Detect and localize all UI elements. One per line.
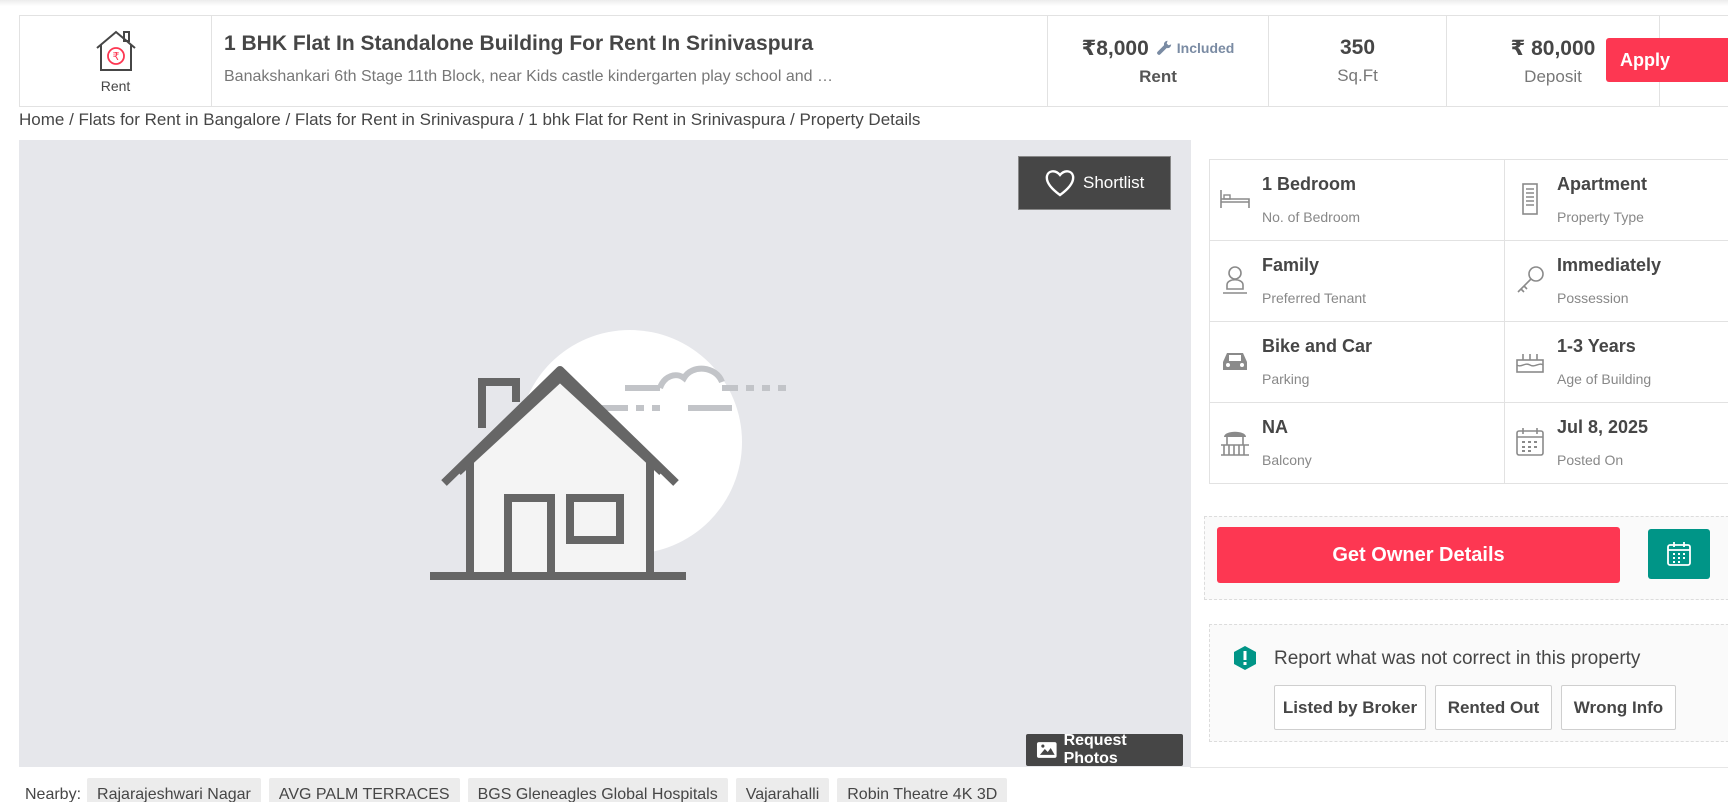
detail-label: Preferred Tenant xyxy=(1262,290,1367,306)
nearby-chip[interactable]: AVG PALM TERRACES xyxy=(268,778,460,802)
rent-block: ₹8,000 Included Rent xyxy=(1048,16,1269,106)
top-shadow xyxy=(0,0,1728,6)
detail-value: Family xyxy=(1262,255,1320,275)
rent-label: Rent xyxy=(1139,66,1177,86)
image-icon xyxy=(1036,742,1057,758)
title-block: 1 BHK Flat In Standalone Building For Re… xyxy=(212,16,1048,106)
get-owner-details-button[interactable]: Get Owner Details xyxy=(1217,527,1620,583)
rent-value: ₹8,000 xyxy=(1081,36,1149,60)
wrong-info-button[interactable]: Wrong Info xyxy=(1561,685,1676,730)
property-title: 1 BHK Flat In Standalone Building For Re… xyxy=(224,32,814,55)
detail-label: Posted On xyxy=(1557,452,1624,468)
detail-property-type: Apartment Property Type xyxy=(1505,160,1728,241)
shortlist-button[interactable]: Shortlist xyxy=(1018,156,1171,210)
area-unit: Sq.Ft xyxy=(1337,66,1378,85)
detail-value: 1-3 Years xyxy=(1557,336,1636,356)
detail-value: 1 Bedroom xyxy=(1262,174,1357,194)
deposit-value: ₹ 80,000 xyxy=(1510,36,1596,60)
detail-possession: Immediately Possession xyxy=(1505,241,1728,322)
shortlist-label: Shortlist xyxy=(1083,173,1145,192)
detail-posted-on: Jul 8, 2025 Posted On xyxy=(1505,403,1728,484)
property-details-grid: 1 Bedroom No. of Bedroom Apartment Prope… xyxy=(1209,159,1728,484)
detail-label: No. of Bedroom xyxy=(1262,209,1361,225)
svg-text:₹: ₹ xyxy=(112,50,119,63)
tenant-icon xyxy=(1223,266,1247,294)
rent-house-icon: ₹ xyxy=(95,30,136,71)
detail-value: Apartment xyxy=(1557,174,1648,194)
detail-balcony: NA Balcony xyxy=(1210,403,1505,484)
listed-by-broker-button[interactable]: Listed by Broker xyxy=(1274,685,1426,730)
detail-parking: Bike and Car Parking xyxy=(1210,322,1505,403)
property-header: ₹ Rent 1 BHK Flat In Standalone Building… xyxy=(19,15,1728,107)
bed-icon xyxy=(1220,190,1250,208)
maintenance-included: Included xyxy=(1155,39,1235,57)
detail-value: NA xyxy=(1262,417,1288,437)
heart-icon xyxy=(1045,170,1075,197)
wrench-icon xyxy=(1156,40,1171,55)
nearby-chip[interactable]: Rajarajeshwari Nagar xyxy=(87,778,261,802)
detail-label: Possession xyxy=(1557,290,1629,306)
schedule-visit-button[interactable] xyxy=(1648,529,1710,579)
included-label: Included xyxy=(1176,40,1235,56)
balcony-icon xyxy=(1221,431,1249,456)
divider xyxy=(1190,767,1728,768)
request-photos-label: Request Photos xyxy=(1063,732,1127,767)
report-title: Report what was not correct in this prop… xyxy=(1274,648,1641,669)
no-photo-house-illustration xyxy=(430,330,786,580)
calendar-icon xyxy=(1516,428,1544,456)
nearby-label: Nearby: xyxy=(25,786,82,802)
nearby-chip[interactable]: Vajarahalli xyxy=(735,778,830,802)
nearby-chip[interactable]: BGS Gleneagles Global Hospitals xyxy=(467,778,728,802)
apply-button[interactable]: Apply xyxy=(1606,38,1728,82)
rented-out-button[interactable]: Rented Out xyxy=(1435,685,1552,730)
area-value: 350 xyxy=(1339,36,1376,59)
detail-label: Parking xyxy=(1262,371,1310,387)
detail-label: Age of Building xyxy=(1557,371,1652,387)
car-icon xyxy=(1223,353,1247,370)
detail-label: Property Type xyxy=(1557,209,1644,225)
calendar-icon xyxy=(1667,542,1691,566)
detail-label: Balcony xyxy=(1262,452,1312,468)
rent-type-label: Rent xyxy=(100,78,131,94)
detail-age-of-building: 1-3 Years Age of Building xyxy=(1505,322,1728,403)
cake-icon xyxy=(1516,354,1544,373)
building-icon xyxy=(1522,183,1538,215)
detail-value: Jul 8, 2025 xyxy=(1557,417,1649,437)
rent-type-badge: ₹ Rent xyxy=(20,16,212,106)
nearby-bar: Nearby: Rajarajeshwari Nagar AVG PALM TE… xyxy=(19,778,1191,802)
area-block: 350 Sq.Ft xyxy=(1269,16,1447,106)
report-box: Report what was not correct in this prop… xyxy=(1209,624,1728,742)
deposit-label: Deposit xyxy=(1524,66,1582,86)
detail-bedroom: 1 Bedroom No. of Bedroom xyxy=(1210,160,1505,241)
key-icon xyxy=(1517,266,1544,293)
detail-value: Bike and Car xyxy=(1262,336,1373,356)
detail-preferred-tenant: Family Preferred Tenant xyxy=(1210,241,1505,322)
detail-value: Immediately xyxy=(1557,255,1662,275)
alert-icon xyxy=(1234,646,1256,670)
nearby-chip[interactable]: Robin Theatre 4K 3D xyxy=(837,778,1008,802)
property-address: Banakshankari 6th Stage 11th Block, near… xyxy=(224,68,833,85)
breadcrumb[interactable]: Home / Flats for Rent in Bangalore / Fla… xyxy=(19,110,920,130)
request-photos-button[interactable]: Request Photos xyxy=(1026,732,1183,767)
